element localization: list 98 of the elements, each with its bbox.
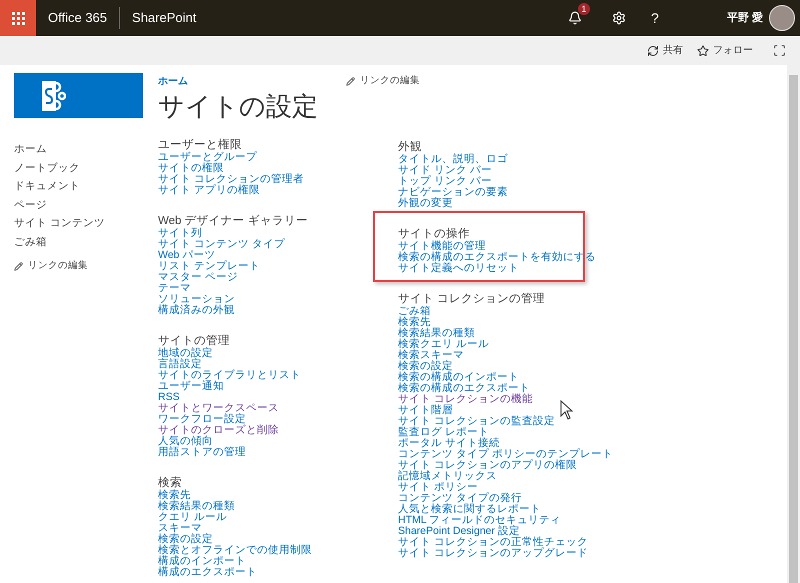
user-name: 平野 愛 xyxy=(726,10,763,26)
settings-link[interactable]: リスト テンプレート xyxy=(158,261,260,272)
settings-link[interactable]: ユーザーとグループ xyxy=(158,152,257,163)
section-heading: ユーザーと権限 xyxy=(158,138,242,152)
settings-link[interactable]: 検索先 xyxy=(158,490,191,501)
settings-link[interactable]: サイト コンテンツ タイプ xyxy=(158,239,285,250)
settings-link[interactable]: サイト コレクションのアプリの権限 xyxy=(398,460,577,471)
settings-link[interactable]: サイト コレクションのアップグレード xyxy=(398,548,588,559)
settings-link[interactable]: ナビゲーションの要素 xyxy=(398,187,508,198)
settings-link[interactable]: 言語設定 xyxy=(158,359,202,370)
settings-link[interactable]: サイトのライブラリとリスト xyxy=(158,370,301,381)
nav-link[interactable]: ノートブック xyxy=(14,158,80,177)
section-heading: サイトの管理 xyxy=(158,334,230,347)
settings-link[interactable]: 検索の構成のインポート xyxy=(398,372,519,383)
settings-link[interactable]: コンテンツ タイプ ポリシーのテンプレート xyxy=(398,449,613,460)
settings-link[interactable]: サイト コレクションの管理者 xyxy=(158,174,304,185)
settings-link[interactable]: ポータル サイト接続 xyxy=(398,438,500,449)
follow-button[interactable]: フォロー xyxy=(697,43,753,58)
settings-link[interactable]: 検索先 xyxy=(398,317,431,328)
section-heading: 外観 xyxy=(398,140,422,154)
focus-button[interactable] xyxy=(773,44,786,57)
settings-link[interactable]: 地域の設定 xyxy=(158,348,213,359)
settings-link[interactable]: タイトル、説明、ロゴ xyxy=(398,154,508,165)
settings-link[interactable]: 検索クエリ ルール xyxy=(398,339,489,350)
settings-link[interactable]: 人気の傾向 xyxy=(158,436,213,447)
settings-link[interactable]: 検索の設定 xyxy=(158,534,213,545)
nav-link[interactable]: ページ xyxy=(14,196,47,214)
pencil-icon xyxy=(346,76,355,86)
settings-link[interactable]: ソリューション xyxy=(158,294,235,305)
settings-link[interactable]: 検索スキーマ xyxy=(398,350,464,361)
brand-name: Office 365 xyxy=(48,9,108,28)
settings-link[interactable]: 人気と検索に関するレポート xyxy=(398,504,541,515)
settings-link[interactable]: サイト定義へのリセット xyxy=(398,263,519,274)
settings-link[interactable]: SharePoint Designer 設定 xyxy=(398,526,520,537)
edit-links-button[interactable]: リンクの編集 xyxy=(14,259,88,274)
settings-link[interactable]: スキーマ xyxy=(158,523,202,534)
settings-link[interactable]: 構成のエクスポート xyxy=(158,567,257,578)
settings-link[interactable]: 用語ストアの管理 xyxy=(158,447,246,458)
settings-link[interactable]: サイド リンク バー xyxy=(398,165,492,176)
settings-link[interactable]: 検索とオフラインでの使用制限 xyxy=(158,545,312,556)
notifications-button[interactable]: 1 xyxy=(562,6,587,30)
notification-badge: 1 xyxy=(578,3,590,15)
settings-link[interactable]: サイトの権限 xyxy=(158,163,224,174)
settings-link[interactable]: サイト機能の管理 xyxy=(398,241,486,252)
settings-link[interactable]: ユーザー通知 xyxy=(158,381,224,392)
settings-link[interactable]: サイトのクローズと削除 xyxy=(158,425,279,436)
avatar[interactable] xyxy=(769,5,795,31)
settings-link[interactable]: HTML フィールドのセキュリティ xyxy=(398,515,562,526)
settings-link[interactable]: 検索結果の種類 xyxy=(398,328,475,339)
pencil-icon xyxy=(14,262,23,271)
settings-link[interactable]: Web パーツ xyxy=(158,250,216,261)
sync-icon xyxy=(647,44,659,56)
settings-link[interactable]: サイト コレクションの正常性チェック xyxy=(398,537,588,548)
nav-link[interactable]: ホーム xyxy=(14,140,47,158)
nav-link[interactable]: ごみ箱 xyxy=(14,232,47,251)
settings-link[interactable]: サイト コレクションの監査設定 xyxy=(398,416,555,427)
settings-link[interactable]: RSS xyxy=(158,392,180,403)
settings-link[interactable]: 検索結果の種類 xyxy=(158,501,235,512)
settings-link[interactable]: 構成のインポート xyxy=(158,556,246,567)
settings-link[interactable]: サイト アプリの権限 xyxy=(158,185,260,196)
settings-link[interactable]: コンテンツ タイプの発行 xyxy=(398,493,522,504)
section-heading: Web デザイナー ギャラリー xyxy=(158,214,308,228)
settings-link[interactable]: 検索の構成のエクスポートを有効にする xyxy=(398,252,596,263)
nav-link[interactable]: ドキュメント xyxy=(14,177,80,196)
settings-link[interactable]: 構成済みの外観 xyxy=(158,305,235,316)
settings-link[interactable]: サイト コレクションの機能 xyxy=(398,394,533,405)
mouse-pointer-icon xyxy=(560,400,574,420)
settings-link[interactable]: サイト ポリシー xyxy=(398,482,478,493)
app-launcher-icon xyxy=(12,12,24,24)
settings-link[interactable]: サイト階層 xyxy=(398,405,453,416)
settings-icon xyxy=(612,11,626,25)
bell-icon xyxy=(568,11,582,25)
settings-link[interactable]: ごみ箱 xyxy=(398,306,431,317)
settings-link[interactable]: 監査ログ レポート xyxy=(398,427,489,438)
settings-link[interactable]: 検索の設定 xyxy=(398,361,453,372)
settings-link[interactable]: 検索の構成のエクスポート xyxy=(398,383,530,394)
section-heading: 検索 xyxy=(158,476,182,489)
section-heading: サイト コレクションの管理 xyxy=(398,292,546,306)
settings-link[interactable]: クエリ ルール xyxy=(158,512,227,523)
settings-link[interactable]: トップ リンク バー xyxy=(398,176,492,187)
app-name: SharePoint xyxy=(132,9,196,28)
settings-link[interactable]: 記憶域メトリックス xyxy=(398,471,497,482)
settings-link[interactable]: マスター ページ xyxy=(158,272,238,283)
settings-link[interactable]: サイト列 xyxy=(158,228,202,239)
app-launcher-button[interactable] xyxy=(0,0,36,36)
page-title: サイトの設定 xyxy=(158,91,318,121)
settings-link[interactable]: ワークフロー設定 xyxy=(158,414,246,425)
star-icon xyxy=(697,44,709,56)
help-button[interactable]: ? xyxy=(642,6,667,30)
nav-link[interactable]: サイト コンテンツ xyxy=(14,214,105,232)
settings-link[interactable]: 外観の変更 xyxy=(398,198,453,209)
settings-link[interactable]: テーマ xyxy=(158,283,191,294)
edit-links-button[interactable]: リンクの編集 xyxy=(346,74,420,88)
settings-link[interactable]: サイトとワークスペース xyxy=(158,403,279,414)
share-button[interactable]: 共有 xyxy=(647,43,683,58)
breadcrumb-home-link[interactable]: ホーム xyxy=(158,74,188,88)
section-heading: サイトの操作 xyxy=(398,227,470,240)
focus-icon xyxy=(773,44,786,57)
